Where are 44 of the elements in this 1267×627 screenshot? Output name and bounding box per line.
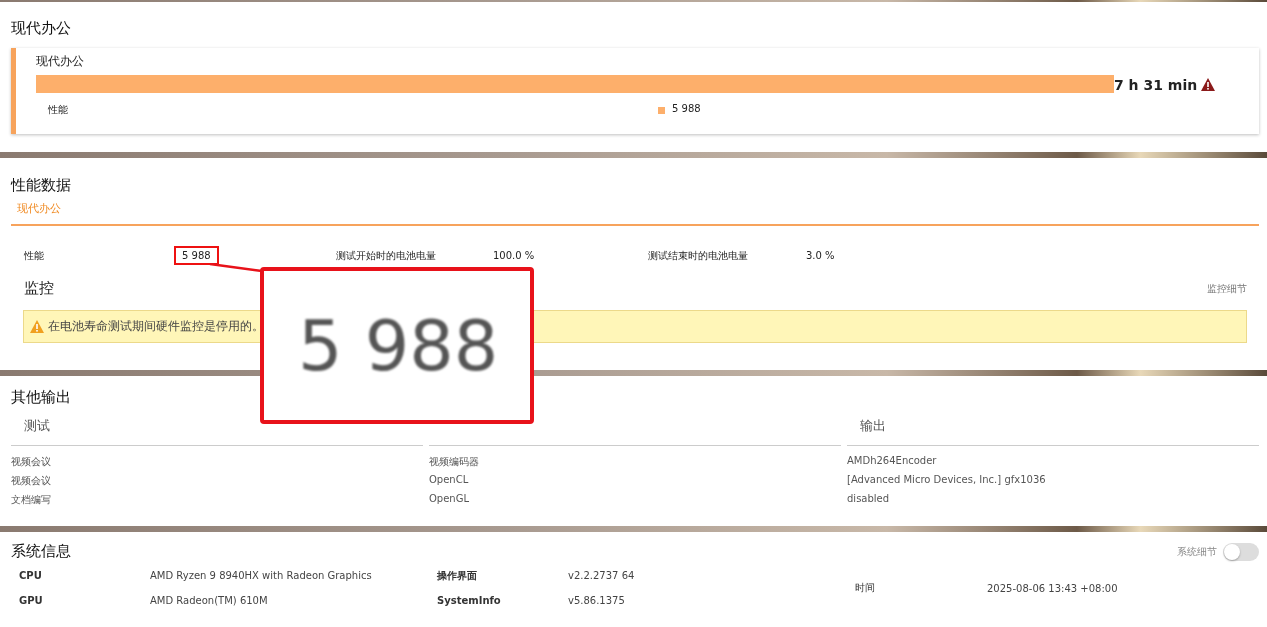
metric-label: 测试开始时的电池电量 xyxy=(336,248,437,263)
info-value: 2025-08-06 13:43 +08:00 xyxy=(987,582,1119,594)
toggle-label: 系统细节 xyxy=(1177,544,1217,559)
info-label: 操作界面 xyxy=(437,568,478,583)
duration-text: 7 h 31 min xyxy=(1114,76,1198,93)
toggle-switch[interactable] xyxy=(1223,542,1259,561)
metric-value: 5 988 xyxy=(672,103,701,116)
section-title: 现代办公 xyxy=(11,19,72,38)
table-cell-text: 视频会议 xyxy=(11,474,52,488)
metric-value: 5 988 xyxy=(174,246,219,265)
tab[interactable]: 现代办公 xyxy=(11,201,67,216)
magnified-value: 5 988 xyxy=(298,304,499,387)
table-cell-text: OpenCL xyxy=(429,473,470,487)
warning-icon xyxy=(1201,78,1216,91)
table-cell-text: [Advanced Micro Devices, Inc.] gfx1036 xyxy=(847,473,1047,487)
subsection-title: 监控 xyxy=(24,279,54,298)
section-title: 其他输出 xyxy=(11,388,72,407)
table-cell-text: 文档编写 xyxy=(11,493,52,507)
table-cell-text: 视频会议 xyxy=(11,455,52,469)
table-cell-text: AMDh264Encoder xyxy=(847,454,938,468)
metric-label: 测试结束时的电池电量 xyxy=(648,248,749,263)
column-header: 输出 xyxy=(847,417,1259,446)
metric-value: 3.0 % xyxy=(805,249,836,263)
legend-swatch xyxy=(658,106,665,114)
section-title: 性能数据 xyxy=(11,176,72,195)
card-title: 现代办公 xyxy=(36,53,85,70)
info-label: GPU xyxy=(19,595,44,606)
metric-value: 100.0 % xyxy=(492,249,536,263)
info-value: AMD Radeon(TM) 610M xyxy=(150,595,269,606)
info-value: AMD Ryzen 9 8940HX with Radeon Graphics xyxy=(150,570,373,581)
table-cell-text: OpenGL xyxy=(429,492,471,506)
details-link[interactable]: 监控细节 xyxy=(1207,281,1247,296)
warning-icon xyxy=(30,320,44,333)
info-label: SystemInfo xyxy=(437,595,502,606)
section-title: 系统信息 xyxy=(11,542,71,561)
table-cell-text: 视频编码器 xyxy=(429,455,480,469)
metric-label: 性能 xyxy=(24,248,45,263)
info-label: CPU xyxy=(19,570,43,581)
info-label: 时间 xyxy=(855,581,876,595)
info-value: v2.2.2737 64 xyxy=(568,570,636,581)
info-value: v5.86.1375 xyxy=(568,595,626,606)
warning-text: 在电池寿命测试期间硬件监控是停用的。 xyxy=(48,318,264,335)
table-cell-text: disabled xyxy=(847,492,891,506)
metric-label: 性能 xyxy=(48,103,68,117)
